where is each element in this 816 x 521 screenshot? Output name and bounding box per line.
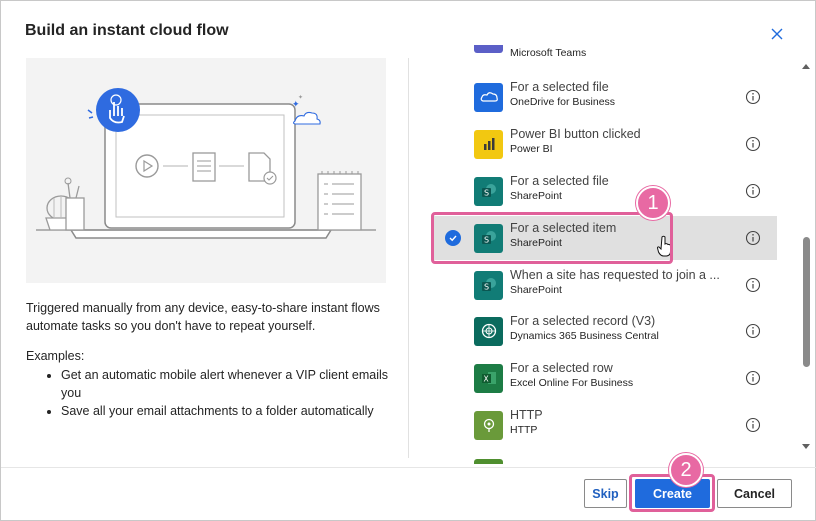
trigger-title: HTTP (510, 408, 543, 422)
trigger-connector: Microsoft Teams (510, 47, 587, 59)
trigger-title: When a site has requested to join a ... (510, 268, 720, 282)
info-icon[interactable] (745, 136, 761, 152)
trigger-connector: Power BI (510, 143, 553, 155)
scrollbar-thumb[interactable] (803, 237, 810, 367)
trigger-item-powerbi[interactable]: Power BI button clicked Power BI (431, 122, 777, 166)
skip-button[interactable]: Skip (584, 479, 627, 508)
close-icon (771, 28, 783, 40)
teams-icon (474, 45, 503, 53)
trigger-list[interactable]: Microsoft Teams For a selected file OneD… (409, 45, 799, 464)
trigger-item-sharepoint-item[interactable]: S For a selected item SharePoint (431, 216, 777, 260)
flow-illustration: ✦ ✦ (26, 58, 386, 283)
trigger-item-sharepoint-file[interactable]: S For a selected file SharePoint (431, 169, 777, 213)
sharepoint-icon: S (474, 223, 503, 253)
trigger-connector: SharePoint (510, 237, 562, 249)
trigger-title: For a selected item (510, 221, 617, 235)
trigger-title: For a selected row (510, 361, 613, 375)
sharepoint-icon: S (474, 176, 503, 206)
close-button[interactable] (767, 24, 787, 44)
info-icon[interactable] (745, 89, 761, 105)
hand-cursor-icon (657, 235, 671, 257)
svg-text:✦: ✦ (298, 94, 303, 101)
info-icon[interactable] (745, 323, 761, 339)
create-button[interactable]: Create (635, 479, 710, 508)
svg-text:S: S (484, 189, 489, 198)
trigger-item-http[interactable]: HTTP HTTP (431, 403, 777, 447)
onedrive-icon (474, 82, 503, 112)
scroll-down-arrow-icon[interactable] (802, 444, 810, 450)
trigger-item-partial[interactable] (431, 450, 777, 464)
step-marker-1: 1 (636, 186, 670, 220)
svg-text:S: S (484, 283, 489, 292)
dynamics-icon (474, 316, 503, 346)
connector-icon (474, 459, 503, 464)
examples-list: Get an automatic mobile alert whenever a… (45, 366, 390, 420)
cancel-button[interactable]: Cancel (717, 479, 792, 508)
svg-text:✦: ✦ (292, 100, 300, 110)
example-item: Get an automatic mobile alert whenever a… (61, 366, 390, 402)
http-icon (474, 410, 503, 440)
sharepoint-icon: S (474, 270, 503, 300)
trigger-item-sharepoint-join[interactable]: S When a site has requested to join a ..… (431, 263, 777, 307)
trigger-connector: SharePoint (510, 284, 562, 296)
examples-heading: Examples: (26, 349, 85, 363)
step-marker-2: 2 (669, 453, 703, 487)
info-icon[interactable] (745, 183, 761, 199)
trigger-item-excel[interactable]: X For a selected row Excel Online For Bu… (431, 356, 777, 400)
trigger-title: Power BI button clicked (510, 127, 641, 141)
powerbi-icon (474, 129, 503, 159)
trigger-connector: SharePoint (510, 190, 562, 202)
trigger-connector: HTTP (510, 424, 538, 436)
info-icon[interactable] (745, 230, 761, 246)
trigger-title: For a selected file (510, 174, 609, 188)
laptop-illustration: ✦ ✦ (36, 88, 376, 239)
info-icon[interactable] (745, 417, 761, 433)
flow-description: Triggered manually from any device, easy… (26, 301, 380, 333)
info-icon[interactable] (745, 277, 761, 293)
svg-text:X: X (483, 375, 488, 384)
selected-check-icon (445, 230, 461, 246)
info-icon[interactable] (745, 370, 761, 386)
trigger-item-teams[interactable]: Microsoft Teams (431, 45, 777, 75)
trigger-title: For a selected record (V3) (510, 314, 656, 328)
excel-icon: X (474, 363, 503, 393)
trigger-title: For a selected file (510, 80, 609, 94)
svg-text:S: S (484, 236, 489, 245)
build-flow-dialog: Build an instant cloud flow ✦ ✦ Triggere… (0, 0, 816, 521)
trigger-item-dynamics[interactable]: For a selected record (V3) Dynamics 365 … (431, 309, 777, 353)
example-item: Save all your email attachments to a fol… (61, 402, 390, 420)
trigger-connector: OneDrive for Business (510, 96, 616, 108)
dialog-title: Build an instant cloud flow (25, 22, 229, 39)
scroll-up-arrow-icon[interactable] (802, 63, 810, 69)
trigger-item-onedrive-file[interactable]: For a selected file OneDrive for Busines… (431, 75, 777, 119)
trigger-connector: Excel Online For Business (510, 377, 634, 389)
trigger-connector: Dynamics 365 Business Central (510, 330, 659, 342)
